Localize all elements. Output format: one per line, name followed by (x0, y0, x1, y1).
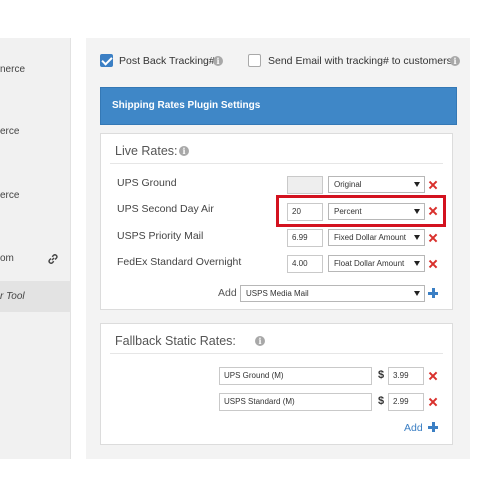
delete-icon[interactable] (428, 180, 438, 190)
sidebar-item-label: om (0, 253, 14, 264)
live-rates-title: Live Rates: (115, 144, 178, 158)
post-back-label: Post Back Tracking# (119, 55, 215, 67)
delete-icon[interactable] (428, 397, 438, 407)
chevron-down-icon (414, 235, 420, 240)
fallback-name-input[interactable]: UPS Ground (M) (219, 367, 372, 385)
add-label: Add (218, 287, 237, 299)
sidebar-item-label: r Tool (0, 291, 25, 302)
rate-name: USPS Priority Mail (117, 230, 204, 242)
sidebar-item-label: nerce (0, 64, 26, 75)
sidebar (0, 38, 71, 459)
highlight-box (276, 195, 446, 227)
fallback-add-link[interactable]: Add (404, 422, 423, 434)
rate-mode-value: Float Dollar Amount (334, 259, 405, 268)
rate-value-input[interactable] (287, 176, 323, 194)
send-email-label: Send Email with tracking# to customers? (268, 55, 458, 67)
divider (110, 163, 443, 164)
fallback-value-input[interactable]: 3.99 (388, 367, 424, 385)
rate-name: UPS Ground (117, 177, 177, 189)
divider (110, 353, 443, 354)
info-icon[interactable]: i (450, 56, 460, 66)
rate-value-input[interactable]: 4.00 (287, 255, 323, 273)
sidebar-item[interactable]: om (0, 253, 71, 264)
rate-mode-value: Original (334, 180, 362, 189)
post-back-checkbox[interactable] (100, 54, 113, 67)
rate-mode-value: Fixed Dollar Amount (334, 233, 407, 242)
chevron-down-icon (414, 261, 420, 266)
sidebar-item-active[interactable]: r Tool (0, 281, 71, 312)
rate-value-input[interactable]: 6.99 (287, 229, 323, 247)
chevron-down-icon (414, 182, 420, 187)
delete-icon[interactable] (428, 371, 438, 381)
sidebar-item[interactable]: erce (0, 126, 71, 137)
sidebar-item[interactable]: erce (0, 190, 71, 201)
delete-icon[interactable] (428, 259, 438, 269)
sidebar-item[interactable]: nerce (0, 64, 71, 75)
settings-header: Shipping Rates Plugin Settings (100, 87, 457, 125)
info-icon[interactable]: i (255, 336, 265, 346)
rate-mode-select[interactable]: Float Dollar Amount (328, 255, 425, 272)
fallback-name-input[interactable]: USPS Standard (M) (219, 393, 372, 411)
rate-name: UPS Second Day Air (117, 203, 214, 215)
add-icon[interactable] (428, 288, 438, 298)
sidebar-item-label: erce (0, 126, 20, 137)
add-rate-value: USPS Media Mail (246, 289, 309, 298)
delete-icon[interactable] (428, 233, 438, 243)
fallback-value-input[interactable]: 2.99 (388, 393, 424, 411)
sidebar-item-label: erce (0, 190, 20, 201)
rate-mode-select[interactable]: Original (328, 176, 425, 193)
rate-name: FedEx Standard Overnight (117, 256, 242, 268)
currency-symbol: $ (378, 369, 385, 381)
info-icon[interactable]: i (213, 56, 223, 66)
info-icon[interactable]: i (179, 146, 189, 156)
chevron-down-icon (414, 291, 420, 296)
add-rate-select[interactable]: USPS Media Mail (240, 285, 425, 302)
currency-symbol: $ (378, 395, 385, 407)
settings-header-title: Shipping Rates Plugin Settings (112, 100, 261, 111)
add-icon[interactable] (428, 422, 438, 432)
fallback-title: Fallback Static Rates: (115, 334, 236, 348)
send-email-checkbox[interactable] (248, 54, 261, 67)
rate-mode-select[interactable]: Fixed Dollar Amount (328, 229, 425, 246)
link-icon[interactable] (47, 253, 59, 265)
